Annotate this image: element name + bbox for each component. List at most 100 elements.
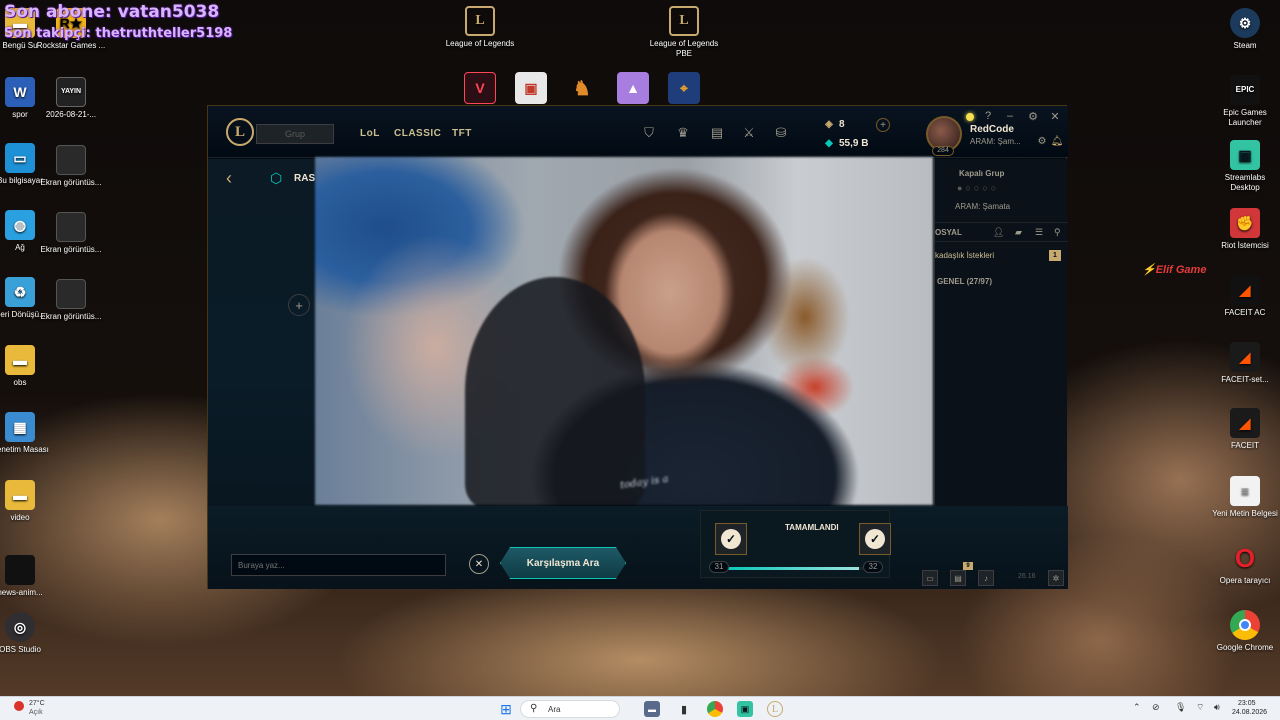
wifi-icon[interactable]: ⌔ — [1196, 702, 1204, 713]
microphone-icon[interactable]: ♪ — [978, 570, 994, 586]
folder-icon: ▬ — [5, 480, 35, 510]
weather-icon[interactable] — [14, 701, 24, 711]
weather-temperature: 27°C — [29, 700, 45, 707]
screenshot-icon — [56, 279, 86, 309]
find-match-button[interactable]: Karşılaşma Ara — [500, 547, 626, 579]
tab-lol[interactable]: LoL — [360, 128, 380, 139]
notification-icon[interactable]: 🔔︎ — [1048, 133, 1066, 149]
desktop-icon[interactable]: ▦Denetim Masası — [0, 412, 56, 455]
back-arrow-icon[interactable]: ‹ — [226, 168, 232, 189]
clock-date[interactable]: 24.08.2026 — [1232, 709, 1267, 716]
crafting-icon[interactable]: ⚔ — [740, 125, 758, 141]
missions-icon[interactable]: ▤ — [950, 570, 966, 586]
microphone-tray-icon[interactable]: 🎙︎ — [1175, 702, 1186, 713]
desktop-icon[interactable]: ◢ FACEIT — [1209, 408, 1280, 451]
list-icon[interactable]: ☰ — [1035, 227, 1043, 238]
close-icon[interactable]: ✕ — [1048, 109, 1062, 123]
desktop-icon[interactable]: ✊ Riot İstemcisi — [1209, 208, 1280, 251]
chrome-taskbar-icon[interactable] — [707, 701, 723, 717]
lol-logo-icon[interactable]: L — [226, 118, 254, 146]
friends-general-group[interactable]: GENEL (27/97) — [937, 277, 992, 286]
champions-icon[interactable]: ♛ — [674, 125, 692, 141]
desktop-icon[interactable]: Ekran görüntüs... — [35, 145, 107, 188]
social-header: OSYAL 👤︎ ▰ ☰ ⚲ — [935, 222, 1068, 242]
help-icon[interactable]: ? — [981, 109, 995, 123]
video-file-icon — [5, 555, 35, 585]
add-folder-icon[interactable]: ▰ — [1015, 227, 1022, 238]
streamlabs-taskbar-icon[interactable]: ▣ — [737, 701, 753, 717]
desktop-icon[interactable]: Ekran görüntüs... — [35, 212, 107, 255]
counter-strike-icon[interactable]: ⌖ — [668, 72, 700, 104]
summoner-name[interactable]: RedCode — [970, 124, 1014, 135]
social-label: OSYAL — [935, 228, 962, 237]
chat-icon[interactable]: ▭ — [922, 570, 938, 586]
desktop-icon[interactable]: Google Chrome — [1209, 610, 1280, 653]
clock-time[interactable]: 23:05 — [1238, 700, 1256, 707]
computer-icon: ▭ — [5, 143, 35, 173]
desktop-icon[interactable]: ◢ FACEIT AC — [1209, 275, 1280, 318]
collection-icon[interactable]: ⛉ — [640, 125, 658, 141]
lobby-bottom-bar: ✕ Karşılaşma Ara ✓ TAMAMLANDI ✓ 31 32 ▭ … — [208, 506, 1068, 589]
desktop-icon[interactable]: ▬ obs — [0, 345, 56, 388]
mountain-game-icon[interactable]: ▲ — [617, 72, 649, 104]
last-subscriber-text: Son abone: vatan5038 — [4, 2, 220, 22]
chat-input[interactable] — [231, 554, 446, 576]
bus-simulator-icon[interactable]: ▣ — [515, 72, 547, 104]
desktop-icon[interactable]: ▣ Streamlabs Desktop — [1209, 140, 1280, 193]
screenshot-icon — [56, 212, 86, 242]
volume-icon[interactable]: 🔊︎ — [1214, 702, 1220, 713]
mode-icon: ⬡ — [270, 170, 283, 186]
friend-requests[interactable]: kadaşlık İstekleri — [935, 251, 994, 260]
add-friend-icon[interactable]: 👤︎ — [993, 227, 1004, 238]
search-icon[interactable]: ⚲ — [1054, 227, 1061, 238]
screenshot-icon — [56, 145, 86, 175]
progress-min: 31 — [709, 561, 729, 573]
ready-check-panel: ✓ TAMAMLANDI ✓ 31 32 — [700, 510, 891, 578]
desktop-icon[interactable]: Ekran görüntüs... — [35, 279, 107, 322]
tab-tft[interactable]: TFT — [452, 128, 472, 139]
desktop-icon[interactable]: EPIC Epic Games Launcher — [1209, 75, 1280, 128]
loot-icon[interactable]: ▤ — [708, 125, 726, 141]
recycle-bin-icon: ♻ — [5, 277, 35, 307]
group-title: Kapalı Grup — [959, 169, 1005, 178]
play-button[interactable]: Grup — [256, 124, 334, 144]
store-icon[interactable]: ⛁ — [772, 125, 790, 141]
desktop-icon-lol-pbe[interactable]: L League of Legends PBE — [648, 6, 720, 59]
friend-request-badge: 1 — [1049, 250, 1061, 261]
taskbar-search[interactable]: ⚲ Ara — [520, 700, 620, 718]
webcam-feed: today is a — [315, 157, 933, 505]
bug-report-icon[interactable]: ✲ — [1048, 570, 1064, 586]
lol-taskbar-icon[interactable]: L — [767, 701, 783, 717]
desktop-icon[interactable]: YAYIN 2026-08-21-... — [35, 77, 107, 120]
desktop-icon[interactable]: ▬ video — [0, 480, 56, 523]
faceit-ac-icon: ◢ — [1230, 275, 1260, 305]
tray-chevron-icon[interactable]: ⌃ — [1133, 702, 1141, 713]
desktop-icon[interactable]: ◎ OBS Studio — [0, 612, 56, 655]
desktop-icon[interactable]: O Opera tarayıcı — [1209, 543, 1280, 586]
cancel-queue-button[interactable]: ✕ — [469, 554, 489, 574]
blue-essence-icon: ◆ — [825, 138, 833, 149]
tab-classic[interactable]: CLASSIC — [394, 128, 441, 139]
valorant-icon[interactable]: V — [464, 72, 496, 104]
queue-progress-bar — [727, 567, 863, 570]
watermark-logo: ⚡Elif Game — [1142, 264, 1207, 276]
faceit-setup-icon: ◢ — [1230, 342, 1260, 372]
invite-slot-button[interactable]: + — [288, 294, 310, 316]
text-file-icon: ≡ — [1230, 476, 1260, 506]
settings-icon[interactable]: ⚙ — [1026, 109, 1040, 123]
minimize-icon[interactable]: – — [1003, 109, 1017, 123]
desktop-icon[interactable]: ⚙ Steam — [1209, 8, 1280, 51]
news-widget-icon[interactable]: ▬ — [644, 701, 660, 717]
desktop-icon-lol[interactable]: L League of Legends — [444, 6, 516, 49]
file-explorer-icon[interactable]: ▮ — [676, 701, 692, 717]
add-rp-icon[interactable]: + — [876, 118, 890, 132]
start-menu-icon[interactable]: ⊞ — [498, 701, 514, 717]
desktop-icon[interactable]: news-anim... — [0, 555, 56, 598]
desktop-icon[interactable]: ≡ Yeni Metin Belgesi — [1209, 476, 1280, 519]
network-off-icon[interactable]: ⊘ — [1152, 702, 1160, 713]
fall-guys-icon[interactable]: ♞ — [566, 72, 598, 104]
word-doc-icon: W — [5, 77, 35, 107]
folder-icon: ▬ — [5, 345, 35, 375]
desktop-icon[interactable]: ◢ FACEIT-set... — [1209, 342, 1280, 385]
steam-icon: ⚙ — [1230, 8, 1260, 38]
